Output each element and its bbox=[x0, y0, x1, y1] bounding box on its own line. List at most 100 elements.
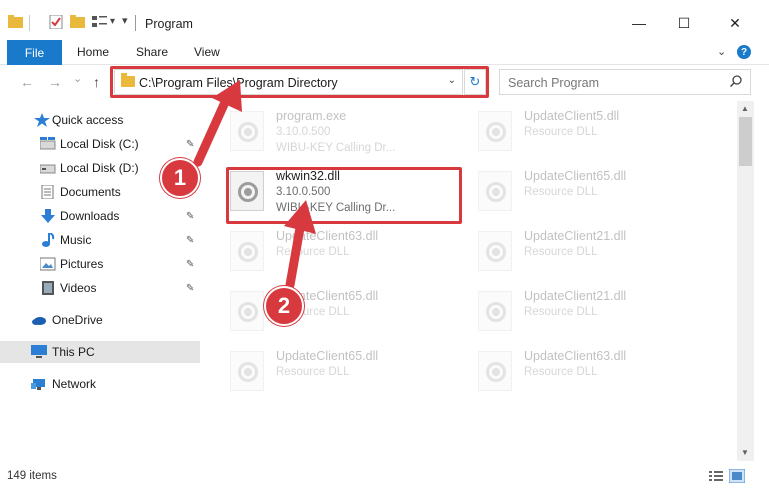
dll-file-icon bbox=[478, 291, 512, 331]
file-description: WIBU-KEY Calling Dr... bbox=[276, 202, 396, 214]
file-item[interactable]: UpdateClient65.dll Resource DLL bbox=[218, 285, 458, 341]
gear-icon bbox=[486, 302, 506, 322]
scroll-down-icon[interactable]: ▼ bbox=[741, 448, 749, 457]
step-2-badge: 2 bbox=[264, 286, 304, 326]
large-icons-view-icon[interactable] bbox=[729, 469, 745, 483]
sidebar-item-onedrive[interactable]: OneDrive bbox=[0, 309, 200, 331]
pin-icon[interactable]: ✎ bbox=[186, 283, 194, 294]
sidebar-item-label: Videos bbox=[60, 281, 97, 295]
documents-icon bbox=[41, 185, 54, 199]
file-description: Resource DLL bbox=[524, 126, 598, 138]
file-item[interactable]: UpdateClient21.dll Resource DLL bbox=[466, 285, 706, 341]
file-description: Resource DLL bbox=[276, 246, 350, 258]
file-version: 3.10.0.500 bbox=[276, 126, 331, 138]
sidebar-item-quick-access[interactable]: Quick access bbox=[0, 109, 200, 131]
file-item[interactable]: UpdateClient63.dll Resource DLL bbox=[466, 345, 706, 401]
sidebar-item-label: Network bbox=[52, 377, 97, 391]
vertical-scrollbar[interactable]: ▲ ▼ bbox=[737, 101, 754, 461]
file-version: 3.10.0.500 bbox=[276, 186, 331, 198]
dll-file-icon bbox=[478, 111, 512, 151]
pin-icon[interactable]: ✎ bbox=[186, 259, 194, 270]
file-list: program.exe 3.10.0.500 WIBU-KEY Calling … bbox=[214, 101, 737, 461]
sidebar-item-videos[interactable]: Videos ✎ bbox=[0, 277, 200, 299]
minimize-button[interactable]: — bbox=[616, 8, 662, 38]
address-path[interactable]: C:\Program Files\Program Directory bbox=[139, 76, 338, 90]
file-description: Resource DLL bbox=[524, 246, 598, 258]
details-view-icon[interactable] bbox=[708, 469, 724, 483]
sidebar-item-label: Quick access bbox=[52, 113, 124, 127]
pin-icon[interactable]: ✎ bbox=[186, 235, 194, 246]
download-icon bbox=[41, 209, 55, 223]
file-description: Resource DLL bbox=[276, 366, 350, 378]
file-item-selected[interactable]: wkwin32.dll 3.10.0.500 WIBU-KEY Calling … bbox=[218, 165, 458, 221]
qa-dropdown-icon[interactable]: ▾ bbox=[110, 16, 115, 27]
file-name: program.exe bbox=[276, 109, 347, 123]
help-icon[interactable]: ? bbox=[737, 45, 751, 59]
sidebar-item-music[interactable]: Music ✎ bbox=[0, 229, 200, 251]
sidebar-item-pictures[interactable]: Pictures ✎ bbox=[0, 253, 200, 275]
status-bar: 149 items bbox=[0, 462, 769, 499]
sidebar-item-label: Downloads bbox=[60, 209, 120, 223]
properties-icon[interactable] bbox=[49, 15, 65, 29]
maximize-button[interactable]: ☐ bbox=[661, 8, 707, 38]
sidebar-item-label: Local Disk (D:) bbox=[60, 161, 139, 175]
file-item[interactable]: UpdateClient63.dll Resource DLL bbox=[218, 225, 458, 281]
search-input[interactable]: Search Program bbox=[508, 76, 599, 90]
address-bar[interactable]: C:\Program Files\Program Directory ⌄ bbox=[114, 69, 463, 95]
star-icon bbox=[34, 113, 50, 127]
file-description: WIBU-KEY Calling Dr... bbox=[276, 142, 396, 154]
file-name: UpdateClient63.dll bbox=[524, 349, 627, 363]
drive-icon bbox=[40, 137, 56, 150]
pin-icon[interactable]: ✎ bbox=[186, 211, 194, 222]
step-1-badge: 1 bbox=[160, 158, 200, 198]
tab-share[interactable]: Share bbox=[136, 45, 168, 59]
address-dropdown-icon[interactable]: ⌄ bbox=[448, 75, 456, 86]
gear-icon bbox=[238, 302, 258, 322]
file-name: UpdateClient63.dll bbox=[276, 229, 379, 243]
forward-button[interactable]: → bbox=[48, 74, 62, 90]
sidebar-item-label: This PC bbox=[52, 345, 95, 359]
music-icon bbox=[42, 233, 55, 247]
tab-file[interactable]: File bbox=[7, 40, 62, 65]
search-box[interactable]: Search Program bbox=[499, 69, 751, 95]
close-button[interactable]: ✕ bbox=[712, 8, 758, 38]
file-description: Resource DLL bbox=[524, 186, 598, 198]
sidebar-item-local-disk-c[interactable]: Local Disk (C:) ✎ bbox=[0, 133, 200, 155]
sidebar-item-this-pc[interactable]: This PC bbox=[0, 341, 200, 363]
expand-ribbon-icon[interactable]: ⌄ bbox=[717, 45, 726, 58]
view-options-icon[interactable] bbox=[92, 15, 108, 29]
sidebar-item-label: OneDrive bbox=[52, 313, 103, 327]
file-item[interactable]: program.exe 3.10.0.500 WIBU-KEY Calling … bbox=[218, 105, 458, 161]
file-name: UpdateClient5.dll bbox=[524, 109, 620, 123]
up-button[interactable]: ↑ bbox=[93, 74, 100, 90]
file-item[interactable]: UpdateClient65.dll Resource DLL bbox=[218, 345, 458, 401]
recent-locations-button[interactable]: ⌄ bbox=[73, 72, 82, 85]
sidebar-item-network[interactable]: Network bbox=[0, 373, 200, 395]
pin-icon[interactable]: ✎ bbox=[186, 139, 194, 150]
sidebar-item-label: Local Disk (C:) bbox=[60, 137, 139, 151]
sidebar-item-label: Documents bbox=[60, 185, 121, 199]
dll-file-icon bbox=[230, 291, 264, 331]
back-button[interactable]: ← bbox=[20, 74, 34, 90]
dll-file-icon bbox=[230, 351, 264, 391]
search-icon[interactable] bbox=[730, 75, 742, 87]
gear-icon bbox=[238, 362, 258, 382]
file-item[interactable]: UpdateClient5.dll Resource DLL bbox=[466, 105, 706, 161]
refresh-button[interactable]: ↻ bbox=[464, 69, 486, 95]
scroll-up-icon[interactable]: ▲ bbox=[741, 104, 749, 113]
scroll-thumb[interactable] bbox=[739, 117, 752, 166]
sidebar-item-downloads[interactable]: Downloads ✎ bbox=[0, 205, 200, 227]
folder-icon bbox=[8, 15, 23, 28]
ribbon-tabs: File Home Share View ⌄ ? bbox=[0, 40, 769, 65]
tab-home[interactable]: Home bbox=[77, 45, 109, 59]
title-divider bbox=[135, 15, 136, 31]
file-name: UpdateClient65.dll bbox=[524, 169, 627, 183]
file-item[interactable]: UpdateClient21.dll Resource DLL bbox=[466, 225, 706, 281]
qa-divider bbox=[29, 15, 30, 31]
tab-view[interactable]: View bbox=[194, 45, 220, 59]
file-item[interactable]: UpdateClient65.dll Resource DLL bbox=[466, 165, 706, 221]
customize-qa-icon[interactable]: ▾ bbox=[122, 14, 128, 27]
new-folder-icon[interactable] bbox=[70, 15, 86, 29]
gear-icon bbox=[486, 122, 506, 142]
dll-file-icon bbox=[230, 171, 264, 211]
